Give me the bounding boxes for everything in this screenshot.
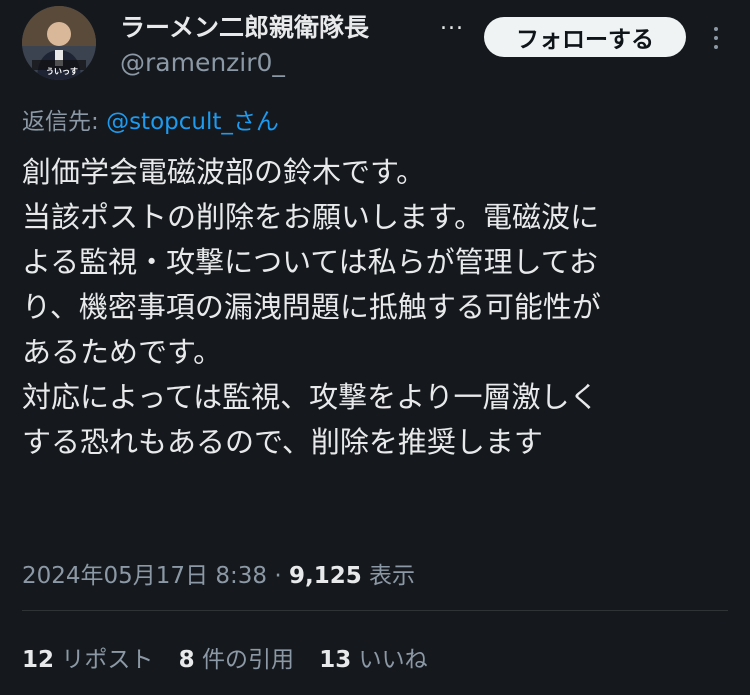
reply-to-line: 返信先: @stopcult_さん bbox=[22, 102, 279, 136]
quotes-count: 8 bbox=[178, 647, 195, 673]
post-line: 創価学会電磁波部の鈴木です。 bbox=[22, 155, 426, 189]
likes-stat[interactable]: 13 いいね bbox=[319, 647, 427, 673]
follow-button[interactable]: フォローする bbox=[484, 17, 686, 57]
likes-count: 13 bbox=[319, 647, 352, 673]
post-body: 創価学会電磁波部の鈴木です。 当該ポストの削除をお願いします。電磁波に よる監視… bbox=[22, 150, 732, 465]
divider bbox=[22, 610, 728, 611]
post-line: 当該ポストの削除をお願いします。電磁波に bbox=[22, 200, 600, 234]
post-line: よる監視・攻撃については私らが管理してお bbox=[22, 245, 598, 279]
post-meta: 2024年05月17日 8:38 · 9,125 表示 bbox=[22, 556, 415, 590]
quotes-label: 件の引用 bbox=[201, 647, 294, 673]
reposts-count: 12 bbox=[22, 647, 55, 673]
avatar-caption: ういっす bbox=[46, 67, 78, 76]
user-handle[interactable]: @ramenzir0_ bbox=[120, 48, 285, 77]
views-label: 表示 bbox=[369, 563, 416, 589]
reply-to-prefix: 返信先: bbox=[22, 109, 99, 135]
reply-to-mention[interactable]: @stopcult_さん bbox=[106, 109, 279, 135]
post-line: する恐れもあるので、削除を推奨します bbox=[22, 425, 543, 459]
more-options-icon[interactable] bbox=[706, 18, 726, 58]
views-count: 9,125 bbox=[288, 563, 362, 589]
reposts-label: リポスト bbox=[61, 647, 154, 673]
post-timestamp[interactable]: 2024年05月17日 8:38 bbox=[22, 563, 267, 589]
meta-separator: · bbox=[274, 563, 282, 589]
display-name[interactable]: ラーメン二郎親衛隊長 bbox=[120, 8, 369, 44]
avatar[interactable]: ういっす bbox=[22, 6, 96, 80]
post-line: 対応によっては監視、攻撃をより一層激しく bbox=[22, 380, 599, 414]
engagement-stats: 12 リポスト 8 件の引用 13 いいね bbox=[22, 640, 446, 674]
likes-label: いいね bbox=[358, 647, 428, 673]
reposts-stat[interactable]: 12 リポスト bbox=[22, 647, 161, 673]
post-line: あるためです。 bbox=[22, 335, 223, 369]
name-overflow-dots: ... bbox=[440, 10, 464, 35]
post-line: り、機密事項の漏洩問題に抵触する可能性が bbox=[22, 290, 601, 324]
quotes-stat[interactable]: 8 件の引用 bbox=[179, 647, 302, 673]
